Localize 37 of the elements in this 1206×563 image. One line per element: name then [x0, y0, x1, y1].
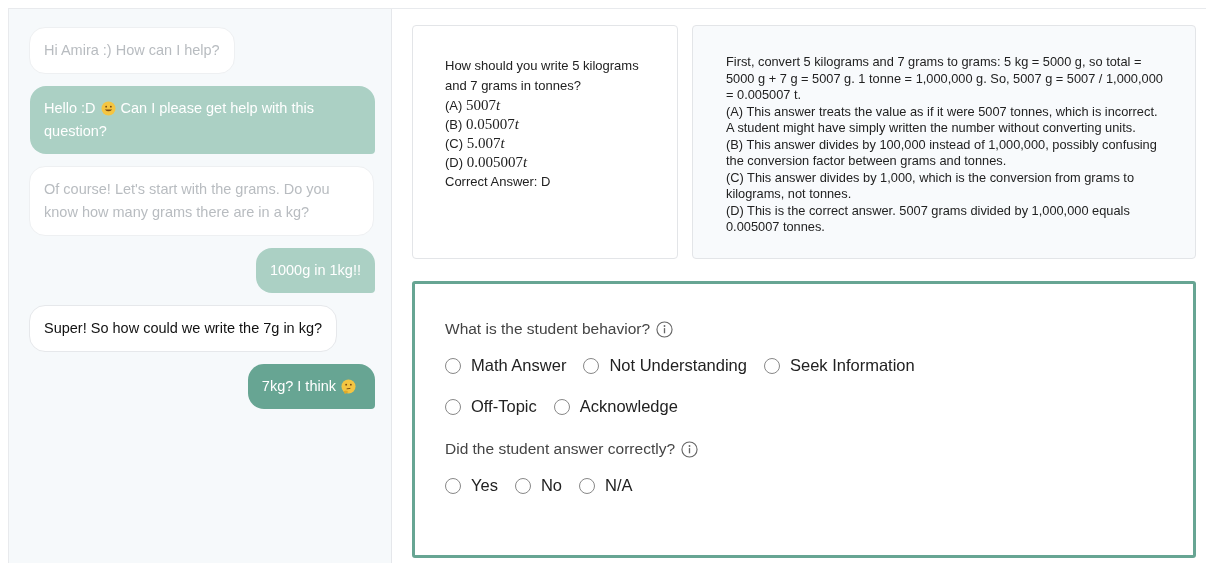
option-letter: (B) [445, 117, 463, 132]
option-value: 5007t [465, 97, 501, 113]
radio-option[interactable]: Acknowledge [553, 397, 678, 416]
option-value: 0.005007t [466, 154, 528, 170]
correct-answer: Correct Answer: D [445, 173, 552, 191]
radio-option[interactable]: No [514, 476, 562, 495]
explanation-text: (D) This is the correct answer. 5007 grams divided by 1,000,000 equals 0.005007 tonnes. [726, 202, 1131, 236]
option-letter: (D) [445, 155, 464, 170]
option-letter: (A) [445, 98, 463, 113]
message-text: 7kg? I think [261, 377, 336, 396]
message-text: question? [44, 122, 107, 141]
message-bubble: Of course! Let's start with the grams. Do you know how many grams there are in a kg? [29, 166, 374, 236]
explanation-text: First, convert 5 kilograms and 7 grams to grams: 5 kg = 5000 g, so total = 5000 g + 7 g = 5007 g. 1 tonne = 1,000,000 g. So, 5007 g = 5007 / 1,000,000 = 0.005007 t. [726, 54, 1164, 104]
question-text: How should you write 5 kilograms and 7 grams in tonnes? [445, 57, 640, 95]
emoji-icon [341, 379, 356, 394]
explanation-text: (C) This answer divides by 1,000, which is the conversion from grams to kilograms, not tonnes. [726, 169, 1135, 203]
message-bubble: Hi Amira :) How can I help? [29, 27, 235, 74]
message-bubble: Super! So how could we write the 7g in kg? [29, 305, 338, 352]
radio-option[interactable]: N/A [579, 476, 633, 495]
question-label: What is the student behavior? [445, 320, 651, 338]
radio-option[interactable]: Off-Topic [445, 397, 537, 416]
radio-option[interactable]: Not Understanding [583, 356, 747, 375]
emoji-icon [100, 101, 116, 116]
option-value: 0.05007t [465, 116, 519, 132]
explanation-text: (A) This answer treats the value as if it were 5007 tonnes, which is incorrect. A student might have simply written the number without converting units. [726, 103, 1159, 137]
message-bubble: 1000g in 1kg!! [255, 248, 375, 293]
option-letter: (C) [445, 136, 464, 151]
radio-option[interactable]: Math Answer [445, 356, 567, 375]
explanation-text: (B) This answer divides by 100,000 instead of 1,000,000, possibly confusing the conversion factor between grams and tonnes. [726, 136, 1158, 170]
option-value: 5.007t [466, 135, 505, 151]
message-text: Can I please get help with this [120, 99, 315, 118]
radio-option[interactable]: Yes [445, 476, 498, 495]
info-icon[interactable] [681, 440, 699, 458]
question-label: Did the student answer correctly? [445, 440, 676, 458]
info-icon[interactable] [656, 320, 674, 338]
message-text: Hello :D [44, 99, 96, 118]
radio-option[interactable]: Seek Information [763, 356, 915, 375]
